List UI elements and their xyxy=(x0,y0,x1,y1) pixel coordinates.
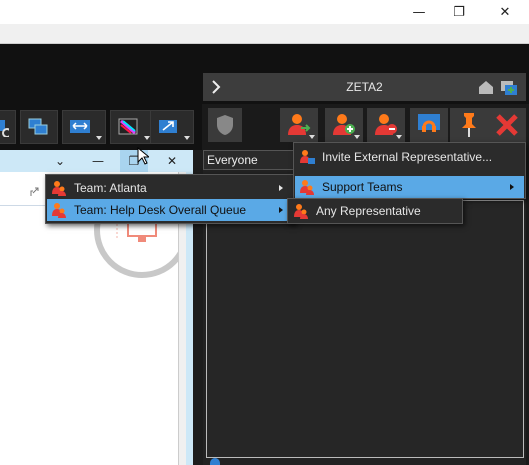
menu-strip xyxy=(0,24,529,44)
window-close-button[interactable]: ✕ xyxy=(483,0,527,24)
share-session-button[interactable] xyxy=(325,108,363,142)
chevron-down-icon xyxy=(354,135,360,139)
monitors-icon xyxy=(28,118,48,135)
chevron-right-icon xyxy=(510,184,514,190)
chevron-down-icon xyxy=(396,135,402,139)
user-arrow-icon xyxy=(288,114,311,135)
chevron-right-icon xyxy=(279,207,283,213)
session-header: ZETA2 xyxy=(203,73,526,101)
window-restore-button[interactable]: ❐ xyxy=(437,0,481,24)
menu-item-any-representative[interactable]: Any Representative xyxy=(289,200,461,222)
inner-collapse-button[interactable]: ⌄ xyxy=(46,150,74,172)
shield-icon xyxy=(217,115,233,135)
add-window-icon[interactable] xyxy=(500,78,518,96)
chevron-right-icon xyxy=(279,185,283,191)
close-x-icon xyxy=(496,114,518,136)
menu-item-invite-external[interactable]: Invite External Representative... xyxy=(295,146,524,168)
inner-close-button[interactable]: ✕ xyxy=(158,150,186,172)
team-icon xyxy=(300,180,314,195)
menu-item-team-help-desk[interactable]: Team: Help Desk Overall Queue xyxy=(47,199,293,221)
recipient-select[interactable]: Everyone xyxy=(203,150,295,170)
pushpin-icon xyxy=(462,113,476,137)
chevron-down-icon xyxy=(184,136,190,140)
user-plus-icon xyxy=(333,114,355,135)
chat-history xyxy=(206,200,524,458)
team-icon xyxy=(52,181,66,196)
team-icon xyxy=(294,204,308,219)
shield-button[interactable] xyxy=(208,108,242,142)
color-spectrum-icon xyxy=(118,118,138,135)
window-minimize-button[interactable]: — xyxy=(397,0,441,24)
zoom-button[interactable] xyxy=(0,110,16,144)
user-minus-icon xyxy=(375,114,397,135)
pin-button[interactable] xyxy=(450,108,488,142)
teams-menu: Team: Atlanta Team: Help Desk Overall Qu… xyxy=(45,174,295,224)
arrows-horizontal-icon xyxy=(70,120,90,133)
invite-menu: Invite External Representative... Suppor… xyxy=(293,142,526,199)
status-indicator xyxy=(210,458,220,465)
transfer-session-button[interactable] xyxy=(280,108,318,142)
mouse-cursor-icon xyxy=(137,147,149,165)
team-icon xyxy=(52,203,66,218)
headset-button[interactable] xyxy=(410,108,448,142)
remove-representative-button[interactable] xyxy=(367,108,405,142)
resolution-button[interactable] xyxy=(62,110,106,144)
send-screen-button[interactable] xyxy=(150,110,194,144)
headset-icon xyxy=(418,114,440,132)
invite-user-icon xyxy=(300,150,315,164)
support-teams-submenu: Any Representative xyxy=(287,198,463,224)
menu-item-support-teams[interactable]: Support Teams xyxy=(295,176,524,198)
share-icon[interactable] xyxy=(30,186,40,196)
color-depth-button[interactable] xyxy=(110,110,154,144)
chevron-down-icon xyxy=(96,136,102,140)
screen-arrow-icon xyxy=(159,120,177,133)
home-icon[interactable] xyxy=(478,79,494,95)
menu-item-team-atlanta[interactable]: Team: Atlanta xyxy=(47,177,293,199)
inner-minimize-button[interactable]: — xyxy=(84,150,112,172)
window-titlebar: — ❐ ✕ xyxy=(0,0,529,24)
end-session-button[interactable] xyxy=(488,108,526,142)
multi-monitor-button[interactable] xyxy=(20,110,58,144)
chevron-down-icon xyxy=(309,135,315,139)
magnifier-icon xyxy=(0,120,9,137)
